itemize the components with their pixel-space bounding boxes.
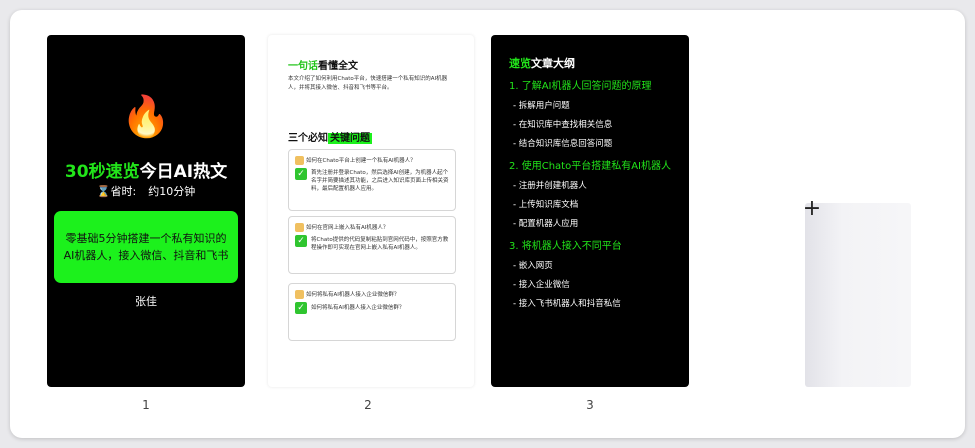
question-1-text: 如何在Chato平台上创建一个私有AI机器人？: [306, 158, 416, 164]
outline-item: - 上传知识库文档: [513, 200, 579, 210]
cover-title-highlight: 30秒速览: [64, 162, 140, 182]
summary-heading-highlight: 一句话: [288, 61, 318, 72]
cover-title-rest: 今日AI热文: [139, 162, 228, 182]
question-3-text: 如何将私有AI机器人接入企业微信群？: [306, 292, 400, 298]
summary-text: 本文介绍了如何利用Chato平台，快速搭建一个私有知识的AI机器人，并将其接入微…: [288, 76, 448, 91]
page-number-2: 2: [364, 398, 372, 412]
page-thumbnail-3[interactable]: 速览文章大纲 1. 了解AI机器人回答问题的原理 - 拆解用户问题 - 在知识库…: [491, 35, 689, 387]
plus-icon[interactable]: +: [801, 198, 823, 220]
time-saved-label: 省时:: [110, 185, 137, 198]
outline-item: - 嵌入网页: [513, 261, 553, 271]
summary-heading-rest: 看懂全文: [318, 61, 358, 72]
person-icon: [295, 223, 304, 232]
outline-title-rest: 文章大纲: [531, 57, 575, 70]
question-3: 如何将私有AI机器人接入企业微信群？: [295, 290, 451, 299]
check-icon: ✓: [295, 235, 307, 247]
questions-heading: 三个必知 关键问题: [288, 129, 372, 144]
outline-item: - 在知识库中查找相关信息: [513, 120, 613, 130]
summary-heading: 一句话看懂全文: [288, 57, 358, 72]
qa-card-3: 如何将私有AI机器人接入企业微信群？ ✓ 如何将私有AI机器人接入企业微信群？: [288, 283, 456, 341]
outline-title: 速览文章大纲: [509, 55, 575, 71]
outline-section-2: 2. 使用Chato平台搭建私有AI机器人: [509, 161, 671, 172]
person-icon: [295, 156, 304, 165]
page-number-1: 1: [142, 398, 150, 412]
outline-item: - 拆解用户问题: [513, 101, 570, 111]
check-icon: ✓: [295, 168, 307, 180]
questions-heading-prefix: 三个必知: [288, 133, 328, 144]
cover-title: 30秒速览今日AI热文: [47, 157, 245, 182]
outline-title-highlight: 速览: [509, 57, 531, 70]
outline-item: - 接入飞书机器人和抖音私信: [513, 299, 621, 309]
outline-section-3: 3. 将机器人接入不同平台: [509, 241, 622, 252]
page-thumbnail-1[interactable]: 🔥 30秒速览今日AI热文 ⌛省时: 约10分钟 零基础5分钟搭建一个私有知识的A…: [47, 35, 245, 387]
person-icon: [295, 290, 304, 299]
answer-3: 如何将私有AI机器人接入企业微信群？: [311, 305, 405, 311]
qa-card-1: 如何在Chato平台上创建一个私有AI机器人？ ✓ 首先注册并登录Chato，然…: [288, 149, 456, 211]
qa-card-2: 如何在官网上嵌入私有AI机器人？ ✓ 将Chato提供的代码复制粘贴到官网代码中…: [288, 216, 456, 274]
add-page-placeholder[interactable]: [805, 203, 911, 387]
question-2: 如何在官网上嵌入私有AI机器人？: [295, 223, 451, 232]
check-icon: ✓: [295, 302, 307, 314]
outline-item: - 配置机器人应用: [513, 219, 579, 229]
question-2-text: 如何在官网上嵌入私有AI机器人？: [306, 225, 389, 231]
author-name: 张佳: [135, 295, 157, 308]
time-saved: ⌛省时: 约10分钟: [47, 183, 245, 199]
question-1: 如何在Chato平台上创建一个私有AI机器人？: [295, 156, 451, 165]
hourglass-icon: ⌛: [96, 185, 111, 198]
page-thumbnail-2[interactable]: 一句话看懂全文 本文介绍了如何利用Chato平台，快速搭建一个私有知识的AI机器…: [268, 35, 474, 387]
answer-2: 将Chato提供的代码复制粘贴到官网代码中，按照官方教程操作即可实现在官网上嵌入…: [311, 237, 449, 251]
time-saved-value: 约10分钟: [148, 185, 196, 198]
page-number-3: 3: [586, 398, 594, 412]
questions-heading-highlight: 关键问题: [328, 133, 372, 144]
outline-item: - 接入企业微信: [513, 280, 570, 290]
outline-item: - 注册并创建机器人: [513, 181, 587, 191]
outline-section-1: 1. 了解AI机器人回答问题的原理: [509, 81, 652, 92]
answer-1: 首先注册并登录Chato，然后选择AI创建，为机器人起个名字并简要描述其功能，之…: [311, 170, 449, 192]
outline-item: - 结合知识库信息回答问题: [513, 139, 613, 149]
fire-icon: 🔥: [121, 94, 171, 140]
cover-highlight-box: 零基础5分钟搭建一个私有知识的AI机器人，接入微信、抖音和飞书: [54, 211, 238, 283]
